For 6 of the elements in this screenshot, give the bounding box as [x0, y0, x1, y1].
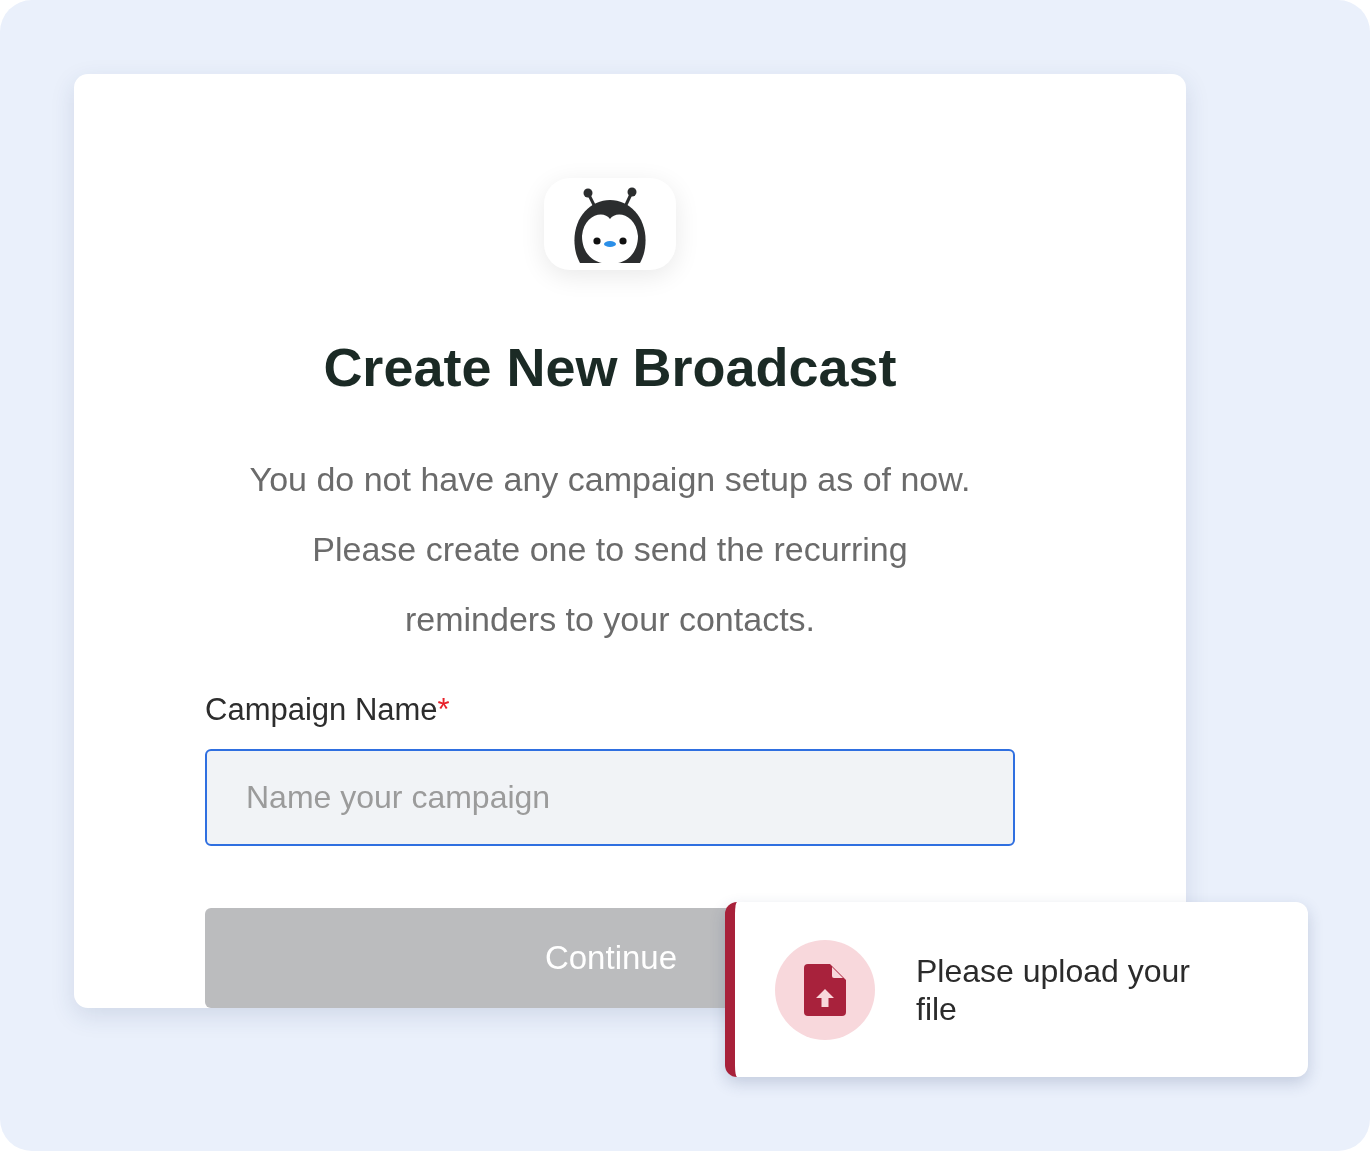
field-label: Campaign Name — [205, 691, 438, 729]
dialog-title: Create New Broadcast — [323, 336, 897, 398]
campaign-name-field[interactable]: Name your campaign — [205, 749, 1015, 846]
penguin-logo-icon — [544, 178, 676, 270]
dialog-description: You do not have any campaign setup as of now. Please create one to send the recurring reminders to your contacts. — [248, 459, 972, 640]
required-mark: * — [437, 691, 450, 729]
